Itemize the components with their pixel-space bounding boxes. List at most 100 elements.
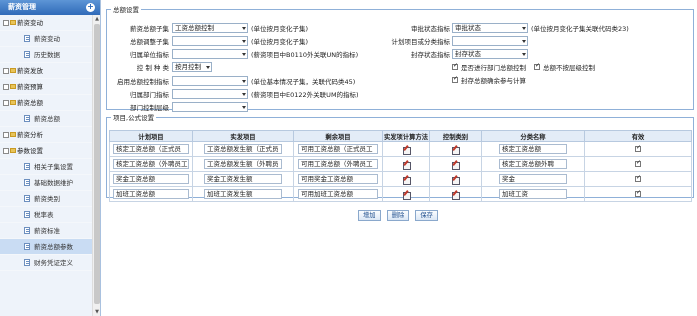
total-subset-note: (单位按月变化子集)	[251, 25, 309, 33]
edit-icon[interactable]	[452, 191, 460, 200]
valid-checkbox[interactable]	[635, 174, 641, 182]
edit-icon[interactable]	[402, 146, 411, 155]
save-button[interactable]: 保存	[415, 210, 438, 221]
total-subset-select[interactable]: 工资总额控制	[172, 23, 248, 33]
actual-item-field[interactable]: 工资总额发生额（正式员	[204, 144, 282, 154]
chevron-down-icon	[242, 53, 246, 56]
dept-indicator-select[interactable]	[172, 89, 248, 99]
document-icon	[24, 179, 30, 186]
plan-item-label: 计划项目或分类指标	[391, 38, 451, 46]
plan-item-field[interactable]: 核定工资总额（正式员	[113, 144, 189, 154]
dept-level-select[interactable]	[172, 102, 248, 112]
remain-item-field[interactable]: 可用工资总额（正式员工	[298, 144, 378, 154]
seal-indicator-select[interactable]: 封存状态	[452, 49, 528, 59]
control-type-select[interactable]: 按月控制	[172, 62, 212, 72]
tree-leaf[interactable]: 薪资类别	[0, 191, 92, 207]
valid-cell	[584, 156, 692, 172]
scroll-up-arrow-icon[interactable]: ▲	[93, 15, 101, 23]
expand-toggle-icon[interactable]	[3, 84, 9, 90]
edit-icon[interactable]	[452, 146, 460, 155]
tree-item-label: 薪资总额参数	[34, 243, 73, 251]
tree-leaf[interactable]: 薪资标准	[0, 223, 92, 239]
actual-item-field[interactable]: 工资总额发生额（外聘员	[204, 159, 282, 169]
table-header-row: 计划项目 实发项目 剩余项目 实发项计算方法 控制类别 分类名称 有效	[109, 130, 692, 142]
folder-icon	[10, 68, 16, 73]
actual-item-field[interactable]: 加班工资发生额	[204, 189, 282, 199]
tree-group[interactable]: 薪资分析	[0, 127, 92, 143]
delete-button[interactable]: 删除	[386, 210, 410, 221]
edit-icon[interactable]	[452, 176, 460, 185]
expand-toggle-icon[interactable]	[3, 148, 9, 154]
unit-indicator-select[interactable]	[172, 49, 248, 59]
actual-item-cell: 加班工资发生额	[192, 186, 294, 202]
control-type-label: 控 制 种 类	[136, 64, 169, 72]
document-icon	[24, 243, 30, 250]
folder-icon	[10, 20, 16, 25]
tree-group[interactable]: 薪资预算	[0, 79, 92, 95]
plus-circle-icon[interactable]: +	[86, 3, 95, 12]
tree-item-label: 薪资分析	[17, 131, 43, 139]
valid-checkbox[interactable]	[635, 189, 641, 197]
sidebar-scrollbar[interactable]: ▲ ▼	[92, 15, 100, 316]
expand-toggle-icon[interactable]	[3, 20, 9, 26]
remain-item-cell: 可用奖金工资总额	[293, 171, 383, 187]
edit-icon[interactable]	[452, 161, 460, 170]
actual-item-field[interactable]: 奖金工资发生额	[204, 174, 282, 184]
plan-item-field[interactable]: 核定工资总额（外聘员工	[113, 159, 189, 169]
valid-checkbox[interactable]	[635, 144, 641, 152]
remain-item-field[interactable]: 可用加班工资总额	[298, 189, 378, 199]
tree-item-label: 薪资总额	[34, 115, 60, 123]
document-icon	[24, 51, 30, 58]
col-header-actual: 实发项目	[192, 130, 294, 142]
category-name-field[interactable]: 加班工资	[499, 189, 567, 199]
expand-toggle-icon[interactable]	[3, 132, 9, 138]
tree-item-label: 薪资预算	[17, 83, 43, 91]
edit-icon[interactable]	[402, 176, 411, 185]
no-overcontrol-checkbox[interactable]	[534, 62, 540, 70]
remain-item-field[interactable]: 可用奖金工资总额	[298, 174, 378, 184]
tree-group[interactable]: 参数设置	[0, 143, 92, 159]
tree-item-label: 薪资总额	[17, 99, 43, 107]
tree-group[interactable]: 薪资发放	[0, 63, 92, 79]
audit-indicator-select[interactable]: 审批状态	[452, 23, 528, 33]
dept-control-checkbox[interactable]	[452, 62, 458, 70]
plan-item-field[interactable]: 奖金工资总额	[113, 174, 189, 184]
remain-item-field[interactable]: 可用工资总额（外聘员工	[298, 159, 378, 169]
expand-toggle-icon[interactable]	[3, 100, 9, 106]
tree-leaf[interactable]: 历史数据	[0, 47, 92, 63]
control-type-cell	[429, 186, 482, 202]
seal-participate-checkbox[interactable]	[452, 75, 458, 83]
scroll-down-arrow-icon[interactable]: ▼	[93, 308, 101, 316]
total-adjust-select[interactable]	[172, 36, 248, 46]
total-settings-legend: 总额设置	[113, 6, 139, 14]
tree-leaf[interactable]: 薪资总额参数	[0, 239, 92, 255]
tree-item-label: 相关子集设置	[34, 163, 73, 171]
tree-leaf[interactable]: 税率表	[0, 207, 92, 223]
enable-indicator-select[interactable]	[172, 76, 248, 86]
edit-icon[interactable]	[402, 191, 411, 200]
edit-icon[interactable]	[402, 161, 411, 170]
category-name-field[interactable]: 核定工资总额	[499, 144, 567, 154]
tree-leaf[interactable]: 薪资总额	[0, 111, 92, 127]
plan-item-select[interactable]	[452, 36, 528, 46]
enable-indicator-label: 启用总额控制指标	[117, 78, 169, 86]
category-name-field[interactable]: 核定工资总额外聘	[499, 159, 567, 169]
tree-group[interactable]: 薪资变动	[0, 15, 92, 31]
expand-toggle-icon[interactable]	[3, 68, 9, 74]
total-subset-label: 薪资总额子集	[130, 25, 169, 33]
add-button[interactable]: 增加	[358, 210, 381, 221]
tree-leaf[interactable]: 相关子集设置	[0, 159, 92, 175]
formula-settings-legend: 项目,公式设置	[113, 114, 155, 122]
valid-checkbox[interactable]	[635, 159, 641, 167]
category-name-field[interactable]: 奖金	[499, 174, 567, 184]
plan-item-field[interactable]: 加班工资总额	[113, 189, 189, 199]
tree-leaf[interactable]: 薪资变动	[0, 31, 92, 47]
tree-group[interactable]: 薪资总额	[0, 95, 92, 111]
actual-item-cell: 奖金工资发生额	[192, 171, 294, 187]
tree-leaf[interactable]: 基础数据维护	[0, 175, 92, 191]
plan-item-cell: 加班工资总额	[109, 186, 193, 202]
control-type-cell	[429, 171, 482, 187]
tree-leaf[interactable]: 财务凭证定义	[0, 255, 92, 271]
calc-method-cell	[382, 141, 430, 157]
scrollbar-thumb[interactable]	[94, 24, 100, 304]
